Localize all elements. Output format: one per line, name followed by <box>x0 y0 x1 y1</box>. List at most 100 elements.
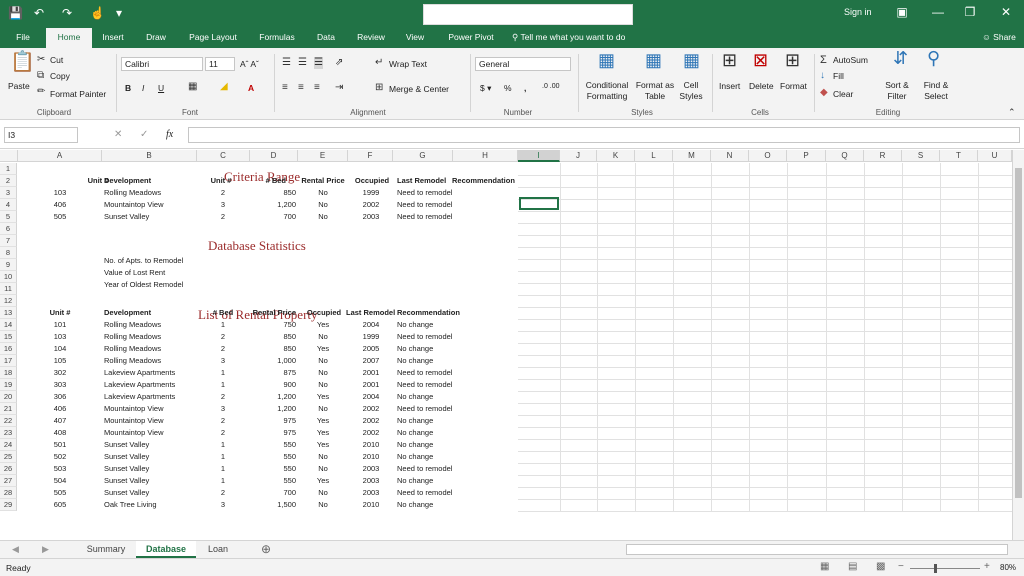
list-cell[interactable]: No change <box>397 427 487 439</box>
criteria-cell[interactable]: No <box>300 187 346 199</box>
zoom-in-icon[interactable]: + <box>984 561 990 572</box>
autosum-button[interactable]: AutoSum <box>833 55 868 65</box>
column-header[interactable]: R <box>864 150 902 162</box>
fill-icon[interactable]: ↓ <box>820 70 825 82</box>
list-cell[interactable]: Yes <box>300 343 346 355</box>
row-header[interactable]: 3 <box>0 187 17 199</box>
column-header[interactable]: C <box>197 150 250 162</box>
list-cell[interactable]: Sunset Valley <box>104 475 194 487</box>
collapse-ribbon-icon[interactable]: ⌃ <box>1008 106 1016 118</box>
format-as-table-icon[interactable]: ▦ <box>645 51 662 69</box>
zoom-slider-thumb[interactable] <box>934 564 937 573</box>
save-icon[interactable]: 💾 <box>8 6 23 20</box>
delete-cells-button[interactable]: Delete <box>749 81 774 91</box>
list-cell[interactable]: 2004 <box>352 319 390 331</box>
tab-power-pivot[interactable]: Power Pivot <box>440 28 502 48</box>
row-header[interactable]: 9 <box>0 259 17 271</box>
format-cells-icon[interactable]: ⊞ <box>785 51 800 69</box>
list-header-cell[interactable]: Unit # <box>40 307 80 319</box>
sheet-tab-database[interactable]: Database <box>136 541 196 558</box>
list-cell[interactable]: 2003 <box>352 463 390 475</box>
list-cell[interactable]: Yes <box>300 427 346 439</box>
horizontal-scrollbar[interactable] <box>626 544 1008 555</box>
list-cell[interactable]: Need to remodel <box>397 487 487 499</box>
list-cell[interactable]: 306 <box>40 391 80 403</box>
row-header[interactable]: 16 <box>0 343 17 355</box>
bold-button[interactable]: B <box>125 83 131 93</box>
list-cell[interactable]: 302 <box>40 367 80 379</box>
list-cell[interactable]: 104 <box>40 343 80 355</box>
list-cell[interactable]: 975 <box>250 427 296 439</box>
column-header[interactable]: S <box>902 150 940 162</box>
list-header-cell[interactable]: Occupied <box>304 307 344 319</box>
name-box[interactable]: I3 <box>4 127 78 143</box>
column-header[interactable]: N <box>711 150 749 162</box>
copy-icon[interactable]: ⧉ <box>37 70 44 82</box>
clear-icon[interactable]: ◆ <box>820 87 828 99</box>
list-cell[interactable]: Rolling Meadows <box>104 343 194 355</box>
number-format-select[interactable]: General <box>475 57 571 71</box>
list-cell[interactable]: 900 <box>250 379 296 391</box>
row-header[interactable]: 21 <box>0 403 17 415</box>
prev-sheet-icon[interactable]: ◀ <box>12 544 19 555</box>
comma-button[interactable]: , <box>524 83 526 93</box>
find-select-icon[interactable]: ⚲ <box>927 49 940 67</box>
list-cell[interactable]: Need to remodel <box>397 367 487 379</box>
tab-home[interactable]: Home <box>46 28 92 49</box>
list-cell[interactable]: 1,200 <box>250 403 296 415</box>
list-cell[interactable]: 501 <box>40 439 80 451</box>
list-cell[interactable]: 101 <box>40 319 80 331</box>
row-header[interactable]: 20 <box>0 391 17 403</box>
italic-button[interactable]: I <box>142 83 144 93</box>
row-header[interactable]: 24 <box>0 439 17 451</box>
list-cell[interactable]: 2002 <box>352 415 390 427</box>
redo-icon[interactable]: ↷ <box>62 6 72 20</box>
list-cell[interactable]: 975 <box>250 415 296 427</box>
zoom-level[interactable]: 80% <box>1000 563 1016 572</box>
touch-mode-icon[interactable]: ☝ <box>90 6 105 20</box>
list-cell[interactable]: Rolling Meadows <box>104 355 194 367</box>
conditional-formatting-icon[interactable]: ▦ <box>598 51 615 69</box>
tab-file[interactable]: File <box>6 28 40 48</box>
criteria-header-cell[interactable]: Occupied <box>354 175 390 187</box>
list-cell[interactable]: 407 <box>40 415 80 427</box>
criteria-header-cell[interactable]: Last Remodel <box>397 175 451 187</box>
row-header[interactable]: 5 <box>0 211 17 223</box>
criteria-cell[interactable]: 2 <box>206 211 240 223</box>
criteria-cell[interactable]: Need to remodel <box>397 211 487 223</box>
criteria-cell[interactable]: 406 <box>40 199 80 211</box>
row-header[interactable]: 7 <box>0 235 17 247</box>
tab-insert[interactable]: Insert <box>96 28 130 48</box>
column-header[interactable]: I <box>518 150 560 162</box>
stat-label-lost-rent[interactable]: Value of Lost Rent <box>104 267 165 279</box>
cell-styles-button[interactable]: Cell Styles <box>676 80 706 102</box>
list-cell[interactable]: No change <box>397 319 487 331</box>
fill-color-icon[interactable]: ◢ <box>220 81 228 93</box>
list-cell[interactable]: 1 <box>206 379 240 391</box>
criteria-cell[interactable]: 2002 <box>352 199 390 211</box>
list-cell[interactable]: Rolling Meadows <box>104 331 194 343</box>
list-cell[interactable]: Need to remodel <box>397 379 487 391</box>
format-painter-icon[interactable]: ✏ <box>37 86 45 98</box>
cut-button[interactable]: Cut <box>50 55 63 65</box>
align-left-icon[interactable]: ≡ <box>282 82 288 94</box>
list-cell[interactable]: No <box>300 451 346 463</box>
list-cell[interactable]: Lakeview Apartments <box>104 367 194 379</box>
list-cell[interactable]: Sunset Valley <box>104 439 194 451</box>
list-cell[interactable]: 2002 <box>352 427 390 439</box>
find-select-button[interactable]: Find & Select <box>916 80 956 102</box>
font-name-select[interactable]: Calibri <box>121 57 203 71</box>
column-header[interactable]: J <box>560 150 597 162</box>
column-header[interactable]: T <box>940 150 978 162</box>
list-cell[interactable]: 2007 <box>352 355 390 367</box>
row-header[interactable]: 12 <box>0 295 17 307</box>
zoom-out-icon[interactable]: − <box>898 561 904 572</box>
row-header[interactable]: 17 <box>0 355 17 367</box>
list-cell[interactable]: 2 <box>206 415 240 427</box>
merge-center-button[interactable]: Merge & Center <box>389 84 449 94</box>
list-cell[interactable]: 2001 <box>352 379 390 391</box>
list-cell[interactable]: 1,000 <box>250 355 296 367</box>
tab-review[interactable]: Review <box>350 28 392 48</box>
list-cell[interactable]: 1,500 <box>250 499 296 511</box>
list-cell[interactable]: 1,200 <box>250 391 296 403</box>
